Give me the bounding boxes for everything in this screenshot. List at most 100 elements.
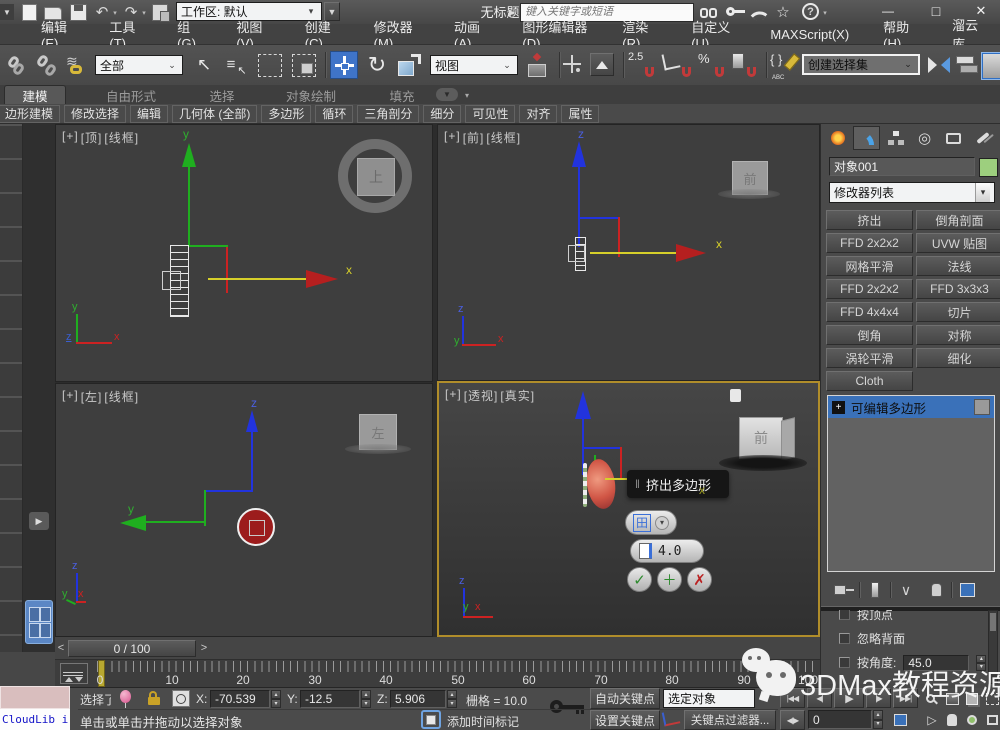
modifier-stack-item[interactable]: + 可编辑多边形 <box>828 396 994 418</box>
keyboard-shortcut-override-icon[interactable] <box>590 53 614 76</box>
coord-system-arrow-icon[interactable]: ⌄ <box>501 60 513 71</box>
time-slider-handle[interactable]: 0 / 100 <box>68 640 196 657</box>
x-axis-arrow[interactable] <box>306 270 338 288</box>
select-by-name-icon[interactable]: ≡ ↖ <box>224 53 248 77</box>
orbit-icon[interactable] <box>962 710 982 729</box>
ribbon-panel-modify-selection[interactable]: 修改选择 <box>64 105 126 123</box>
modifier-stack-list[interactable]: + 可编辑多边形 <box>827 395 995 572</box>
y-axis-arrow[interactable] <box>120 515 146 531</box>
rectangular-selection-region-icon[interactable] <box>258 54 282 77</box>
unlink-selection-icon[interactable] <box>38 55 56 75</box>
ribbon-minimize-arrow-icon[interactable]: ▾ <box>462 90 472 100</box>
modifier-button-symmetry[interactable]: 对称 <box>916 325 1000 345</box>
key-filters-button[interactable]: 关键点过滤器... <box>684 710 776 730</box>
select-and-link-icon[interactable] <box>8 55 26 75</box>
modifier-button-normal[interactable]: 法线 <box>916 256 1000 276</box>
make-unique-icon[interactable]: ∨ <box>891 581 921 599</box>
x-axis-arrow[interactable] <box>676 244 706 262</box>
ribbon-tab-selection[interactable]: 选择 <box>196 87 248 104</box>
caddy-grip-icon[interactable]: ‖ <box>635 477 640 491</box>
ribbon-panel-visibility[interactable]: 可见性 <box>465 105 515 123</box>
ribbon-panel-polygons[interactable]: 多边形 <box>261 105 311 123</box>
show-end-result-icon[interactable] <box>860 581 890 599</box>
selection-filter-dropdown[interactable]: 全部 ⌄ <box>95 55 183 75</box>
frame-spin-down-icon[interactable]: ▾ <box>873 720 883 730</box>
ribbon-minimize-icon[interactable]: ▼ <box>436 88 458 101</box>
viewport-persp-shading[interactable]: [真实] <box>500 387 535 404</box>
viewport-left[interactable]: [+] [左] [线框] z y 左 z x y <box>55 383 433 637</box>
layer-manager-icon[interactable] <box>982 53 1000 79</box>
snaps-toggle-icon[interactable]: 2.5 <box>628 51 656 79</box>
window-crossing-icon[interactable] <box>292 54 316 77</box>
cloudlib-panel[interactable]: CloudLib i: <box>0 686 70 730</box>
z-axis-arrow[interactable] <box>572 141 586 167</box>
modifier-button-cloth[interactable]: Cloth <box>826 371 913 391</box>
modifier-button-chamfer[interactable]: 倒角 <box>826 325 913 345</box>
ribbon-tab-populate[interactable]: 填充 <box>376 87 428 104</box>
time-slider-prev-icon[interactable]: < <box>55 640 67 656</box>
caddy-height-spinner[interactable]: 4.0 <box>630 539 704 563</box>
help-icon[interactable]: ? <box>802 3 819 20</box>
y-axis-line[interactable] <box>144 521 206 523</box>
by-vertex-checkbox-row[interactable]: 按顶点 <box>839 610 893 623</box>
viewport-left-name[interactable]: [左] <box>81 388 103 405</box>
menu-maxscript[interactable]: MAXScript(X) <box>753 27 866 42</box>
z-axis-arrow[interactable] <box>246 410 258 432</box>
absolute-offset-toggle-icon[interactable] <box>172 690 190 707</box>
modifier-list-arrow-icon[interactable]: ▾ <box>975 183 990 202</box>
x-coord-field[interactable]: -70.539 <box>210 690 270 708</box>
caddy-cancel-button[interactable]: ✗ <box>687 567 712 592</box>
pan-hand-icon[interactable] <box>942 710 962 729</box>
add-time-tag[interactable]: 添加时间标记 <box>447 713 519 730</box>
modifier-button-bevel-profile[interactable]: 倒角剖面 <box>916 210 1000 230</box>
frame-spinner[interactable]: ▴▾ <box>873 710 883 729</box>
y-spin-up-icon[interactable]: ▴ <box>361 690 371 699</box>
viewport-persp-name[interactable]: [透视] <box>464 387 499 404</box>
caddy-dropdown-arrow-icon[interactable]: ▾ <box>655 516 669 530</box>
notification-balloon-icon[interactable] <box>120 690 134 708</box>
modifier-button-ffd4[interactable]: FFD 4x4x4 <box>826 302 913 322</box>
modifier-button-uvw-map[interactable]: UVW 贴图 <box>916 233 1000 253</box>
modifier-button-ffd2b[interactable]: FFD 2x2x2 <box>826 279 913 299</box>
viewport-top-name[interactable]: [顶] <box>81 129 103 146</box>
isolate-selection-icon[interactable] <box>421 710 441 729</box>
modifier-button-turbosmooth[interactable]: 涡轮平滑 <box>826 348 913 368</box>
viewport-perspective[interactable]: [+] [透视] [真实] ‖ 挤出多边形 x 田 ▾ <box>437 381 820 637</box>
object-color-swatch[interactable] <box>979 158 998 177</box>
configure-modifier-sets-icon[interactable] <box>952 581 982 599</box>
ribbon-panel-geometry-all[interactable]: 几何体 (全部) <box>172 105 257 123</box>
caddy-apply-button[interactable]: ＋ <box>657 567 682 592</box>
y-coord-field[interactable]: -12.5 <box>300 690 360 708</box>
time-configuration-icon[interactable] <box>890 710 910 729</box>
key-mode-toggle-button[interactable]: ◀|▶ <box>780 710 805 730</box>
viewport-top-shading[interactable]: [线框] <box>104 129 139 146</box>
mini-curve-editor-icon[interactable] <box>60 663 88 684</box>
y-coord-spinner[interactable]: ▴▾ <box>361 690 371 708</box>
named-selection-arrow-icon[interactable]: ⌄ <box>902 59 914 70</box>
z-coord-spinner[interactable]: ▴▾ <box>447 690 457 708</box>
edit-named-selection-sets-icon[interactable]: { } ABC <box>770 52 796 78</box>
viewport-left-menu[interactable]: [+] <box>62 388 79 405</box>
use-pivot-point-icon[interactable] <box>524 52 550 78</box>
ribbon-panel-align[interactable]: 对齐 <box>519 105 557 123</box>
z-axis-arrow[interactable] <box>575 391 591 419</box>
angle-snap-toggle-icon[interactable] <box>662 51 692 79</box>
z-spin-down-icon[interactable]: ▾ <box>447 699 457 708</box>
workspace-dropdown-icon[interactable]: ▾ <box>305 6 317 17</box>
caddy-group-dropdown[interactable]: 田 ▾ <box>625 510 677 535</box>
caddy-ok-button[interactable]: ✓ <box>627 567 652 592</box>
x-axis-line[interactable] <box>208 278 306 280</box>
viewport-layout-tab-button[interactable] <box>25 600 53 644</box>
current-frame-field[interactable]: 0 <box>808 710 872 729</box>
modifier-button-extrude[interactable]: 挤出 <box>826 210 913 230</box>
viewport-front-menu[interactable]: [+] <box>444 129 461 146</box>
bind-to-space-warp-icon[interactable]: ≋ <box>66 53 88 77</box>
ribbon-tab-object-paint[interactable]: 对象绘制 <box>272 87 350 104</box>
viewcube-top[interactable]: 上 <box>338 139 412 213</box>
select-object-icon[interactable]: ↖ <box>192 53 216 77</box>
y-axis-arrow[interactable] <box>182 143 196 167</box>
ribbon-panel-loops[interactable]: 循环 <box>315 105 353 123</box>
mirror-icon[interactable] <box>928 53 950 77</box>
named-selection-sets-dropdown[interactable]: 创建选择集 ⌄ <box>802 54 920 75</box>
pin-stack-icon[interactable] <box>829 581 859 599</box>
